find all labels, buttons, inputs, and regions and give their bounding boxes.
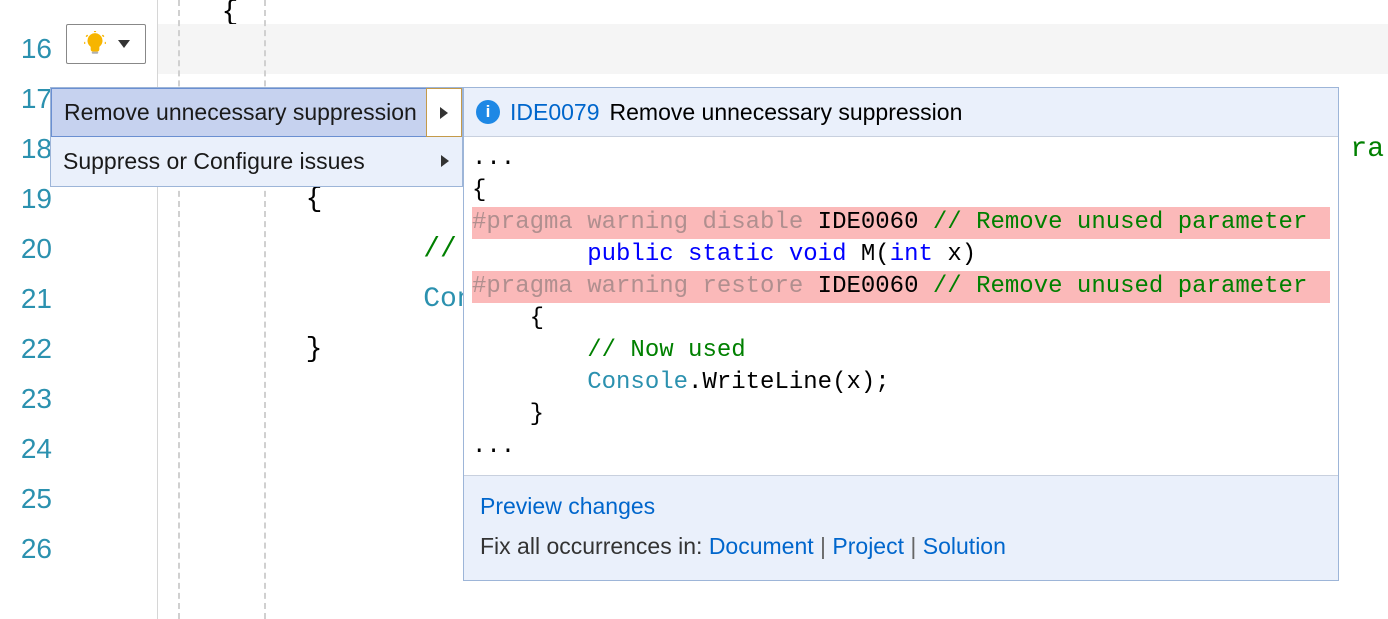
fix-scope-document[interactable]: Document [709, 533, 814, 559]
line-number: 25 [0, 474, 62, 524]
line-number: 20 [0, 224, 62, 274]
fix-scope-solution[interactable]: Solution [923, 533, 1006, 559]
submenu-indicator[interactable] [427, 136, 463, 185]
menu-item-label: Remove unnecessary suppression [64, 99, 417, 126]
preview-footer: Preview changes Fix all occurrences in: … [464, 475, 1338, 580]
menu-item-suppress-configure[interactable]: Suppress or Configure issues [51, 137, 462, 186]
menu-item-remove-suppression[interactable]: Remove unnecessary suppression [51, 88, 462, 137]
quick-actions-menu: Remove unnecessary suppression Suppress … [50, 87, 463, 187]
arrow-right-icon [441, 155, 449, 167]
chevron-down-icon [118, 40, 130, 48]
line-number: 16 [0, 24, 62, 74]
menu-item-label: Suppress or Configure issues [63, 148, 365, 175]
line-number: 22 [0, 324, 62, 374]
fix-preview-popup: i IDE0079 Remove unnecessary suppression… [463, 87, 1339, 581]
fix-scope-prefix: Fix all occurrences in: [480, 533, 709, 559]
lightbulb-icon [82, 31, 108, 57]
current-line-highlight [158, 24, 1388, 74]
preview-header: i IDE0079 Remove unnecessary suppression [464, 88, 1338, 137]
preview-changes-link[interactable]: Preview changes [480, 493, 655, 519]
info-icon: i [476, 100, 500, 124]
preview-diff: ... { #pragma warning disable IDE0060 //… [464, 137, 1338, 475]
preview-title: Remove unnecessary suppression [610, 99, 963, 126]
line-number: 21 [0, 274, 62, 324]
line-number: 26 [0, 524, 62, 574]
line-number: 24 [0, 424, 62, 474]
diagnostic-id-link[interactable]: IDE0079 [510, 99, 600, 126]
submenu-indicator[interactable] [426, 88, 462, 137]
fix-scope-project[interactable]: Project [832, 533, 904, 559]
line-number: 23 [0, 374, 62, 424]
lightbulb-button[interactable] [66, 24, 146, 64]
arrow-right-icon [440, 107, 448, 119]
